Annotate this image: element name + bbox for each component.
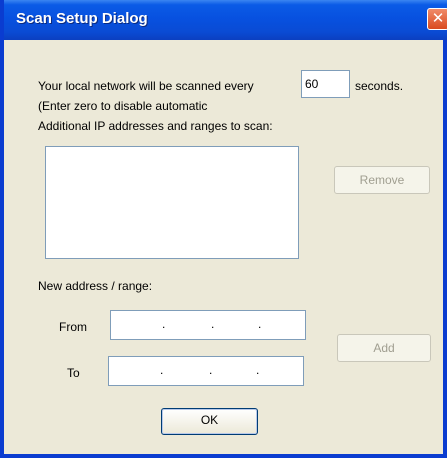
scan-interval-input[interactable] xyxy=(301,70,350,98)
ip-dot: . xyxy=(162,317,166,331)
title-bar[interactable]: Scan Setup Dialog ✕ xyxy=(4,0,447,40)
to-ip-input[interactable]: . . . xyxy=(108,356,304,386)
from-label: From xyxy=(59,320,87,334)
from-ip-input[interactable]: . . . xyxy=(110,310,306,340)
add-button[interactable]: Add xyxy=(337,334,431,362)
disable-hint-label: (Enter zero to disable automatic xyxy=(38,99,208,113)
seconds-label: seconds. xyxy=(355,79,404,93)
scan-setup-dialog: Scan Setup Dialog ✕ Your local network w… xyxy=(0,0,447,458)
additional-addresses-list[interactable] xyxy=(45,146,299,259)
ip-dot: . xyxy=(258,317,262,331)
scan-interval-label: Your local network will be scanned every xyxy=(38,79,254,93)
close-button[interactable]: ✕ xyxy=(427,8,447,30)
remove-button[interactable]: Remove xyxy=(334,166,430,194)
ip-dot: . xyxy=(211,317,215,331)
window-title: Scan Setup Dialog xyxy=(16,10,148,27)
ok-button[interactable]: OK xyxy=(161,408,258,435)
new-address-label: New address / range: xyxy=(38,279,153,293)
to-label: To xyxy=(67,366,80,380)
ip-dot: . xyxy=(209,363,213,377)
ip-dot: . xyxy=(256,363,260,377)
close-icon: ✕ xyxy=(431,10,445,27)
ip-dot: . xyxy=(160,363,164,377)
additional-addresses-label: Additional IP addresses and ranges to sc… xyxy=(38,119,273,133)
